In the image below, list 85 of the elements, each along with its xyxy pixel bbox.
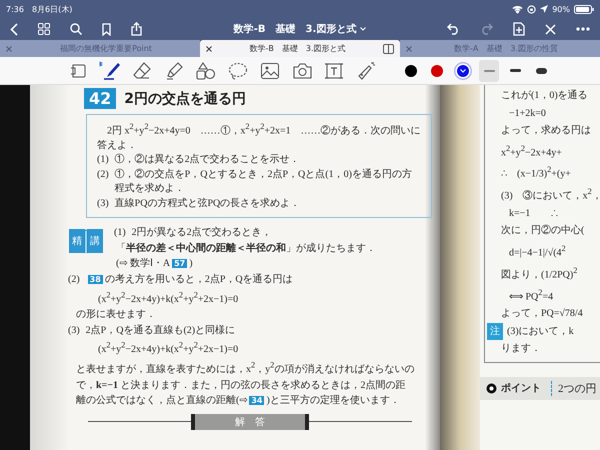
- item-number: (3): [68, 324, 80, 338]
- undo-icon[interactable]: [447, 23, 460, 35]
- question-text: 直線PQの方程式と弦PQの長さを求めよ．: [114, 196, 300, 211]
- eraser-icon[interactable]: [133, 62, 151, 80]
- close-icon[interactable]: [545, 24, 556, 34]
- problem-number: 42: [84, 88, 116, 109]
- shapes-icon[interactable]: [196, 62, 216, 80]
- problem-title: 2円の交点を通る円: [124, 90, 246, 108]
- chevron-down-icon[interactable]: [360, 27, 366, 31]
- solution-text: これが(1，0)を通る: [501, 88, 588, 103]
- note-badge: 注: [487, 322, 503, 340]
- section-label: 講: [90, 234, 100, 248]
- explanation-text: (x$^{2}$+y$^{2}$−2x+4y)+k(x$^{2}$+y$^{2}$+2x−1)=0: [98, 294, 238, 305]
- orientation-lock-icon: [527, 4, 536, 14]
- point-text: 2つの円: [551, 380, 596, 396]
- point-icon: [486, 382, 497, 394]
- explanation-text: で，k=−1 と決まります．また，円の弦の長さを求めるときは，2点間の距: [76, 380, 406, 391]
- explanation-text: (x$^{2}$+y$^{2}$−2x+4y)+k(x$^{2}$+y$^{2}$+2x−1)=0: [98, 344, 238, 356]
- item-number: (1): [114, 226, 126, 240]
- page-sidebar-icon[interactable]: [70, 64, 86, 78]
- search-icon[interactable]: [70, 23, 82, 35]
- laser-pointer-icon[interactable]: [356, 60, 376, 80]
- solution-text: d=|−4−1|/√(4$^{2}$: [509, 242, 566, 260]
- explanation-text: の考え方を用いると，2点P，Qを通る円は: [104, 274, 293, 285]
- chevron-down-icon: [460, 68, 466, 72]
- solution-text: x$^{2}$+y$^{2}$−2x+4y+: [501, 142, 562, 160]
- solution-text: ります．: [501, 342, 541, 356]
- back-icon[interactable]: [10, 22, 18, 36]
- question-text: ①，②の交点をP，Qとするとき，2点P，Qと点(1，0)を通る円の方程式を求めよ．: [114, 168, 413, 196]
- explanation-text: の形に表せます．: [76, 309, 156, 320]
- answer-heading: 解 答: [191, 414, 309, 430]
- image-icon[interactable]: [261, 62, 279, 78]
- document-tab[interactable]: 数学-B 基礎 3.図形と式: [200, 40, 400, 57]
- question-text: ①，②は異なる2点で交わることを示せ．: [114, 153, 300, 168]
- text-box-icon[interactable]: [325, 62, 343, 80]
- explanation-text: と表せますが，直線を表すためには，x$^{2}$，y$^{2}$の項が消えなければならないの: [76, 364, 414, 376]
- solution-text: (3) ③において，x$^{2}$，: [501, 186, 600, 204]
- location-icon: [540, 5, 548, 13]
- item-number: (2): [68, 272, 80, 287]
- problem-statement: 2円 x$^{2}$+y$^{2}$−2x+4y=0 ……①，x$^{2}$+y$^{2}$+2x=1 ……②がある．次の問いに答えよ．: [97, 121, 421, 153]
- grid-icon[interactable]: [38, 23, 50, 35]
- color-swatch[interactable]: [457, 64, 469, 76]
- solution-text: (3)において，k: [507, 324, 574, 339]
- color-swatch[interactable]: [405, 64, 417, 76]
- color-swatch[interactable]: [431, 64, 443, 76]
- solution-text: k=−1 ∴: [509, 206, 558, 221]
- close-tab-icon[interactable]: [206, 46, 212, 52]
- explanation-text: 2点P，Qを通る直線も(2)と同様に: [86, 324, 236, 336]
- add-page-icon[interactable]: [513, 22, 525, 36]
- reference-badge: 57: [172, 259, 188, 268]
- solution-text: −1+2k=0: [509, 106, 546, 120]
- question-number: (3): [97, 196, 109, 211]
- solution-text: よって，求める円は: [501, 124, 591, 138]
- explanation-text: 2円が異なる2点で交わるとき，: [132, 227, 272, 238]
- status-time: 7:36: [6, 4, 24, 14]
- explanation-text: )と三平方の定理を使います．: [266, 395, 400, 406]
- explanation-text: 「半径の差＜中心間の距離＜半径の和」が成りたちます．: [116, 242, 376, 254]
- solution-text: 図より，(1/2PQ)$^{2}$: [501, 264, 578, 282]
- solution-text: よって，PQ=√78/4: [501, 307, 583, 322]
- solution-text: 次に，円②の中心(: [501, 224, 584, 238]
- explanation-text: 離の公式ではなく，点と直線の距離(⇨: [76, 395, 248, 406]
- reference-badge: 34: [249, 396, 264, 406]
- point-label: ポイント: [501, 382, 541, 396]
- battery-icon: [574, 4, 594, 14]
- status-date: 8月6日(木): [32, 4, 72, 14]
- explanation-text: (⇨ 数学Ⅰ・A: [116, 258, 170, 270]
- solution-text: ⟺ PQ$^{2}$=4: [509, 286, 554, 304]
- explanation-text: ): [189, 258, 193, 270]
- notebook-title[interactable]: 数学-B 基礎 3.図形と式: [234, 22, 356, 36]
- camera-icon[interactable]: [292, 62, 312, 78]
- section-label: 精: [72, 234, 82, 248]
- question-number: (2): [97, 168, 109, 182]
- pen-icon[interactable]: [98, 60, 122, 80]
- battery-percentage: 90%: [552, 4, 570, 14]
- share-icon[interactable]: [131, 22, 142, 36]
- question-number: (1): [97, 153, 109, 168]
- solution-text: ∴ (x−1/3)$^{2}$+(y+: [501, 164, 571, 182]
- book-icon: [68, 227, 104, 258]
- highlighter-icon[interactable]: [165, 62, 183, 80]
- lasso-icon[interactable]: [228, 62, 248, 80]
- bookmark-icon[interactable]: [102, 22, 111, 36]
- reference-badge: 38: [88, 274, 103, 284]
- more-icon[interactable]: [576, 27, 590, 31]
- split-view-icon[interactable]: [383, 44, 394, 54]
- wifi-icon: [512, 4, 524, 14]
